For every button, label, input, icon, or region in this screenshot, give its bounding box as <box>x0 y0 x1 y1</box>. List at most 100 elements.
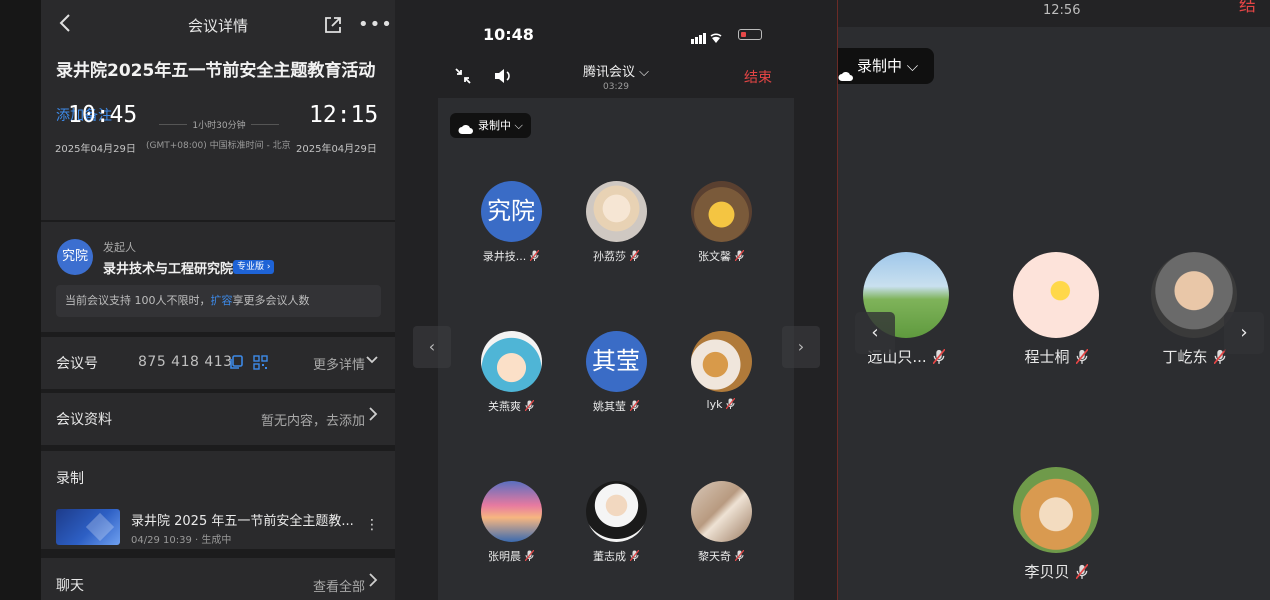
participant-name-row: 程士桐 <box>991 346 1121 367</box>
mic-muted-icon <box>530 250 540 261</box>
share-icon[interactable] <box>323 15 343 35</box>
more-options-icon[interactable]: ••• <box>358 14 393 35</box>
host-name: 录井技术与工程研究院 <box>103 262 234 277</box>
host-card: 究院 发起人 录井技术与工程研究院 专业版 › 当前会议支持 100人不限时，扩… <box>41 222 395 332</box>
participant-name: 孙荔莎 <box>593 250 626 263</box>
mic-muted-icon <box>932 349 945 364</box>
participant-avatar-photo <box>585 481 647 542</box>
participant-tile[interactable]: 黎天奇 <box>671 481 771 564</box>
materials-value: 暂无内容，去添加 <box>260 414 365 429</box>
participant-name: 程士桐 <box>1024 348 1070 366</box>
next-page-icon[interactable]: › <box>782 326 820 368</box>
expand-capacity-link[interactable]: 扩容 <box>211 294 233 307</box>
mic-muted-icon <box>525 400 534 411</box>
mic-muted-icon <box>1075 564 1088 579</box>
materials-row[interactable]: 会议资料 暂无内容，去添加 <box>41 393 395 445</box>
view-all-link[interactable]: 查看全部 <box>313 576 365 595</box>
start-time: 10:45 <box>68 102 138 128</box>
participant-name-row: 孙荔莎 <box>566 248 666 264</box>
meeting-id: 875 418 413 <box>138 354 233 370</box>
mic-muted-icon <box>630 250 639 261</box>
participant-name: 姚其莹 <box>593 400 626 413</box>
recording-thumbnail[interactable] <box>56 509 120 545</box>
end-date: 2025年04月29日 <box>296 144 377 155</box>
prev-page-icon[interactable]: ‹ <box>413 326 451 368</box>
participant-tile[interactable]: 其莹 姚其莹 <box>566 331 666 414</box>
participant-tile[interactable]: 张文馨 <box>671 181 771 264</box>
recording-section: 录制 录井院 2025 年五一节前安全主题教... 04/29 10:39 · … <box>41 451 395 549</box>
zoomed-top-bar: 12:56 结 <box>838 0 1270 27</box>
cloud-icon <box>838 59 853 81</box>
participant-avatar-photo <box>690 481 752 542</box>
next-page-icon[interactable]: › <box>1224 312 1264 354</box>
more-details-link[interactable]: 更多详情 <box>313 354 365 373</box>
edition-badge[interactable]: 专业版 › <box>233 260 275 274</box>
materials-label: 会议资料 <box>56 412 112 428</box>
mic-muted-icon <box>525 550 534 561</box>
participant-avatar-text: 究院 <box>487 197 535 225</box>
participant-name-row: 董志成 <box>566 548 666 564</box>
participant-name-row: lyk <box>671 398 771 411</box>
app-title[interactable]: 腾讯会议 ⌵ <box>438 61 794 80</box>
end-time: 12:15 <box>309 102 379 128</box>
zoomed-clock: 12:56 <box>1043 3 1081 18</box>
participant-name: lyk <box>706 398 723 411</box>
meeting-details-panel: 会议详情 ••• 录井院2025年五一节前安全主题教育活动 添加备注 10:45… <box>41 0 395 600</box>
start-date: 2025年04月29日 <box>55 144 136 155</box>
participant-name-row: 李贝贝 <box>991 561 1121 582</box>
participant-avatar-photo <box>1013 252 1099 338</box>
participant-name-row: 张明晨 <box>461 548 561 564</box>
recording-title[interactable]: 录井院 2025 年五一节前安全主题教... <box>131 510 354 529</box>
participant-name: 董志成 <box>593 550 626 563</box>
battery-icon <box>738 29 762 40</box>
recording-status-pill[interactable]: 录制中 ⌵ <box>838 48 934 84</box>
meeting-header: 录井院2025年五一节前安全主题教育活动 添加备注 <box>41 50 395 220</box>
participant-avatar-text: 其莹 <box>592 347 640 375</box>
end-meeting-button[interactable]: 结 <box>1239 0 1256 16</box>
participant-name-row: 关燕爽 <box>461 398 561 414</box>
participant-name: 张明晨 <box>488 550 521 563</box>
participant-tile[interactable]: 究院 录井技... <box>461 181 561 264</box>
end-meeting-button[interactable]: 结束 <box>744 67 772 87</box>
participant-avatar-photo <box>585 181 647 242</box>
chevron-down-icon[interactable] <box>366 351 378 369</box>
recording-label: 录制中 <box>857 57 903 75</box>
app-name: 腾讯会议 <box>582 65 635 80</box>
participant-tile[interactable]: lyk <box>671 331 771 411</box>
participant-name: 丁屹东 <box>1162 348 1208 366</box>
cloud-icon <box>458 119 473 134</box>
chat-row[interactable]: 聊天 查看全部 <box>41 558 395 600</box>
participant-name: 李贝贝 <box>1024 563 1070 581</box>
status-clock: 10:48 <box>483 25 534 44</box>
mic-muted-icon <box>1075 349 1088 364</box>
participant-tile[interactable]: 董志成 <box>566 481 666 564</box>
participant-tile[interactable]: 孙荔莎 <box>566 181 666 264</box>
capacity-tip-suffix: 享更多会议人数 <box>232 294 310 307</box>
participant-avatar-photo <box>690 181 752 242</box>
prev-page-icon[interactable]: ‹ <box>855 312 895 354</box>
copy-icon[interactable] <box>229 355 243 370</box>
capacity-tip: 当前会议支持 100人不限时，扩容享更多会议人数 <box>56 285 381 317</box>
mic-muted-icon <box>630 550 639 561</box>
elapsed-time: 03:29 <box>603 82 629 92</box>
participant-avatar-photo <box>1013 467 1099 553</box>
meeting-id-label: 会议号 <box>56 356 98 372</box>
participant-tile[interactable]: 张明晨 <box>461 481 561 564</box>
participant-avatar: 其莹 <box>585 331 647 392</box>
participant-avatar-photo <box>690 331 752 392</box>
screenshot-collage: 会议详情 ••• 录井院2025年五一节前安全主题教育活动 添加备注 10:45… <box>0 0 1270 600</box>
participant-tile[interactable]: 关燕爽 <box>461 331 561 414</box>
participant-tile[interactable]: 程士桐 <box>991 252 1121 367</box>
participant-name: 关燕爽 <box>488 400 521 413</box>
participant-tile[interactable]: 李贝贝 <box>991 467 1121 582</box>
mic-muted-icon <box>735 550 744 561</box>
recording-label: 录制中 <box>478 119 511 132</box>
mic-muted-icon <box>726 398 736 409</box>
meeting-title: 录井院2025年五一节前安全主题教育活动 <box>56 61 376 81</box>
recording-label: 录制 <box>56 471 84 487</box>
participant-name-row: 张文馨 <box>671 248 771 264</box>
recording-more-icon[interactable]: ⋮ <box>365 517 379 533</box>
qr-code-icon[interactable] <box>253 355 268 370</box>
recording-status-pill[interactable]: 录制中 ⌵ <box>450 113 531 138</box>
host-label: 发起人 <box>103 241 136 254</box>
